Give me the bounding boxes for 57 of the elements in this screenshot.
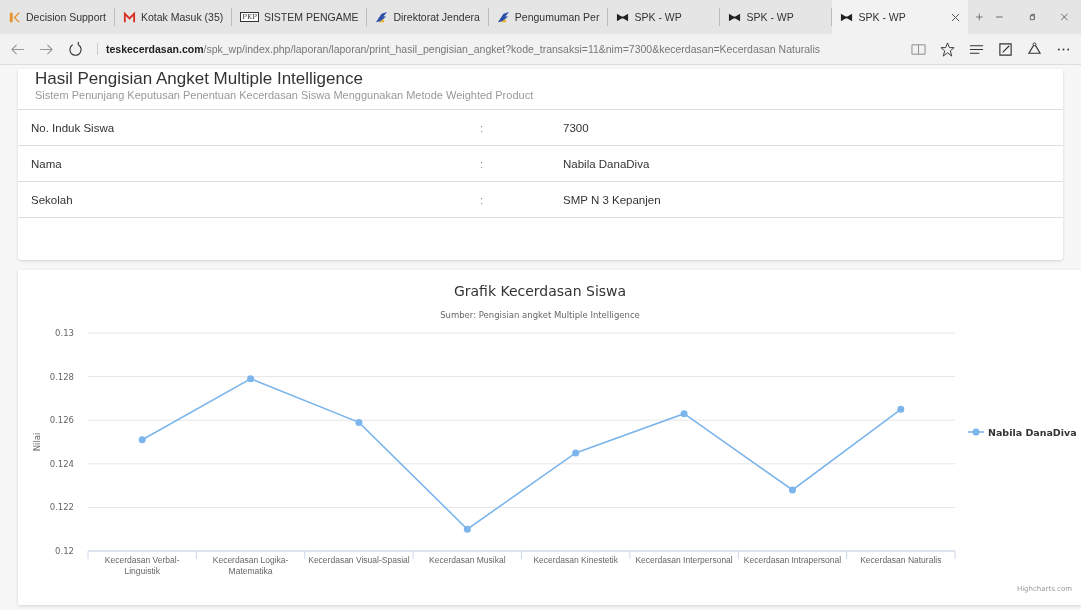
data-point[interactable] [463,525,471,533]
category-label: Kecerdasan Interpersonal [635,555,733,565]
tick-label: 0.128 [49,371,74,382]
data-point[interactable] [680,410,688,418]
field-value: 7300 [563,121,589,134]
new-tab-icon[interactable] [976,12,984,22]
refresh-icon[interactable] [68,41,83,57]
browser-tab[interactable]: SPK - WP [608,8,721,26]
data-point[interactable] [788,486,796,494]
field-value: SMP N 3 Kepanjen [563,193,661,206]
tick-label: 0.13 [55,328,74,338]
close-icon[interactable] [951,12,961,22]
axis-title: Nilai [32,432,42,452]
browser-tab[interactable]: Kotak Masuk (35) [114,8,233,26]
data-point[interactable] [355,418,363,426]
chart-title: Grafik Kecerdasan Siswa [453,283,627,299]
data-point[interactable] [897,405,905,413]
star-icon[interactable] [940,41,955,57]
legend-label[interactable]: Nabila DanaDiva [988,427,1077,438]
tick-label: 0.124 [49,458,74,469]
restore-icon[interactable] [1028,12,1036,22]
field-label: Nama [31,157,63,170]
field-value: Nabila DanaDiva [563,157,650,170]
browser-tab[interactable]: Decision Support [0,8,115,26]
category-label: Kecerdasan Logika-Matematika [212,555,289,576]
browser-tab[interactable]: Pengumuman Per [488,8,609,26]
share-icon[interactable] [1027,41,1042,57]
wing-icon [496,10,510,24]
wing-icon [375,10,389,24]
tick-label: 0.122 [49,502,74,513]
category-label: Kecerdasan Naturalis [860,555,942,565]
pen-icon[interactable] [998,41,1013,57]
page-subtitle: Sistem Penunjang Keputusan Penentuan Kecerdasan Siswa Menggunakan Metode Weighted Product [35,89,535,101]
page-title: Hasil Pengisian Angket Multiple Intelligence [35,69,364,89]
mail-icon [122,10,136,24]
book-icon[interactable] [911,41,926,57]
category-label: Kecerdasan Visual-Spasial [308,555,410,565]
logo-icon [8,10,21,24]
separator: : [480,121,485,134]
data-point[interactable] [138,436,146,444]
field-label: Sekolah [31,193,74,206]
separator: : [480,157,485,170]
chart-subtitle: Sumber: Pengisian angket Multiple Intelligence [440,310,640,320]
tick-label: 0.12 [55,546,74,556]
browser-tab[interactable]: SPK - WP [832,0,969,34]
data-point[interactable] [247,375,255,383]
data-point[interactable] [572,449,580,457]
field-label: No. Induk Siswa [31,121,116,134]
browser-tab[interactable]: Direktorat Jendera [367,8,489,26]
legend-marker[interactable] [967,428,985,436]
tick-label: 0.126 [49,415,74,426]
separator: : [480,193,485,206]
category-label: Kecerdasan Musikal [429,555,506,565]
category-label: Kecerdasan Verbal-Linguistik [104,555,180,576]
close-icon[interactable] [1061,12,1068,22]
category-label: Kecerdasan Kinestetik [533,555,618,565]
category-label: Kecerdasan Intrapersonal [743,555,842,565]
